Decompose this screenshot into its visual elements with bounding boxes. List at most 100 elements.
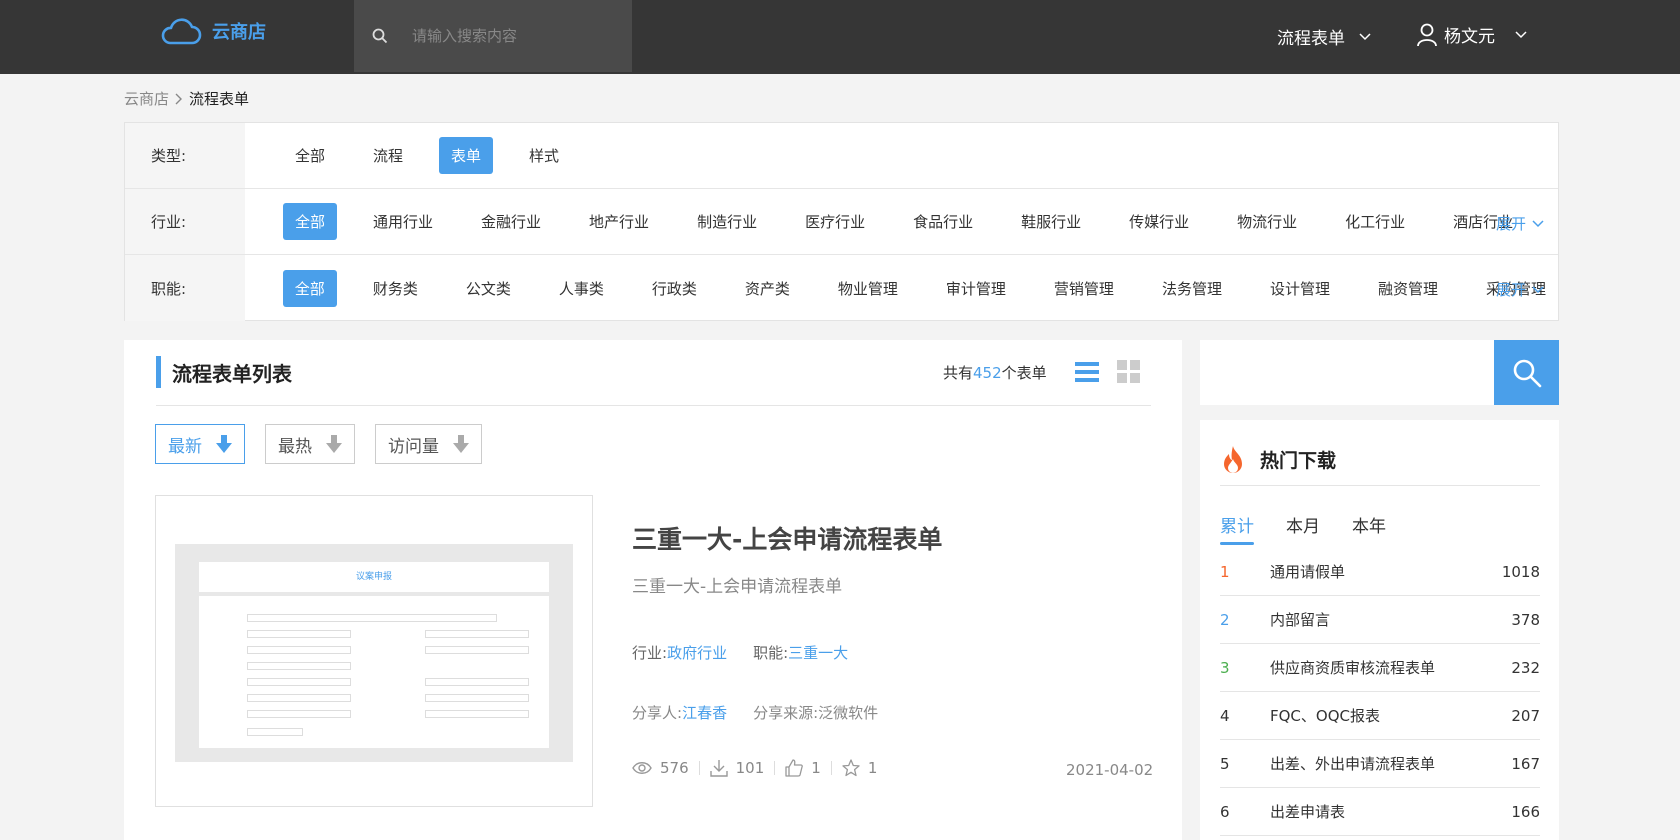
filter-options: 全部 通用行业 金融行业 地产行业 制造行业 医疗行业 食品行业 鞋服行业 传媒行业 物流行业 化工… (245, 203, 1558, 240)
hot-rank: 3 (1220, 658, 1230, 677)
filter-option-function[interactable]: 设计管理 (1258, 270, 1342, 307)
sort-visits-button[interactable]: 访问量 (375, 424, 482, 464)
filter-option-function[interactable]: 行政类 (640, 270, 709, 307)
download-icon (709, 760, 728, 777)
hot-downloads-header: 热门下载 (1220, 434, 1540, 486)
filter-panel: 类型: 全部 流程 表单 样式 行业: 全部 通用行业 金融行业 地产行业 制造行业 医疗行业食… (124, 122, 1559, 321)
logo[interactable]: 云商店 (160, 16, 266, 46)
filter-option-industry[interactable]: 地产行业 (577, 203, 661, 240)
filter-option-function[interactable]: 物业管理 (826, 270, 910, 307)
views-stat: 576 (632, 759, 689, 777)
grid-view-icon[interactable] (1117, 360, 1141, 388)
thumb-field (247, 630, 351, 638)
hot-tab[interactable]: 本月 (1286, 512, 1320, 545)
thumbnail-preview: 议案申报 (175, 544, 573, 762)
breadcrumb-home[interactable]: 云商店 (124, 88, 169, 109)
filter-option-industry[interactable]: 金融行业 (469, 203, 553, 240)
sharer-link[interactable]: 江春香 (682, 704, 727, 722)
top-menu-label: 流程表单 (1277, 29, 1345, 49)
filter-row-type: 类型: 全部 流程 表单 样式 (125, 123, 1558, 189)
filter-label: 行业: (125, 189, 245, 254)
breadcrumb: 云商店 流程表单 (124, 88, 249, 109)
arrow-down-icon (216, 435, 232, 453)
thumbs-up-icon (785, 759, 804, 777)
filter-option-industry[interactable]: 化工行业 (1333, 203, 1417, 240)
filter-option-function[interactable]: 法务管理 (1150, 270, 1234, 307)
filter-option-type[interactable]: 流程 (361, 137, 415, 174)
list-item[interactable]: 5 出差、外出申请流程表单 167 (1220, 740, 1540, 788)
hot-count: 207 (1511, 706, 1540, 725)
hot-name: FQC、OQC报表 (1270, 707, 1380, 725)
thumb-field (425, 710, 529, 718)
thumbnail-form-title: 议案申报 (199, 562, 549, 592)
top-navbar: 云商店 流程表单 杨文元 (0, 0, 1680, 74)
filter-row-industry: 行业: 全部 通用行业 金融行业 地产行业 制造行业 医疗行业 食品行业 鞋服行业 传媒行业 物流… (125, 189, 1558, 255)
search-input[interactable] (412, 27, 612, 45)
top-menu-dropdown[interactable]: 流程表单 (1277, 24, 1371, 49)
side-search-button[interactable] (1494, 340, 1559, 405)
views-count: 576 (660, 759, 689, 777)
industry-link[interactable]: 政府行业 (667, 644, 727, 662)
sort-label: 最热 (278, 436, 312, 457)
user-menu[interactable]: 杨文元 (1416, 22, 1527, 47)
filter-option-industry[interactable]: 食品行业 (901, 203, 985, 240)
filter-option-industry[interactable]: 物流行业 (1225, 203, 1309, 240)
function-link[interactable]: 三重一大 (788, 644, 848, 662)
filter-row-function: 职能: 全部 财务类 公文类 人事类 行政类 资产类 物业管理 审计管理 营销管理 法务管理 设计管… (125, 255, 1558, 321)
expand-label: 展开 (1495, 281, 1526, 299)
expand-button[interactable]: 展开 (1496, 213, 1544, 234)
filter-option-industry[interactable]: 制造行业 (685, 203, 769, 240)
filter-option-type[interactable]: 样式 (517, 137, 571, 174)
filter-option-type[interactable]: 表单 (439, 137, 494, 174)
list-view-icon[interactable] (1075, 360, 1099, 388)
hot-name: 供应商资质审核流程表单 (1270, 659, 1436, 677)
filter-option-function[interactable]: 审计管理 (934, 270, 1018, 307)
sort-latest-button[interactable]: 最新 (155, 424, 245, 464)
likes-stat[interactable]: 1 (785, 759, 821, 777)
list-item[interactable]: 6 出差申请表 166 (1220, 788, 1540, 836)
filter-option-function[interactable]: 财务类 (361, 270, 430, 307)
expand-label: 展开 (1495, 215, 1526, 233)
sort-hot-button[interactable]: 最热 (265, 424, 355, 464)
expand-button[interactable]: 展开 (1496, 279, 1544, 300)
filter-option-function[interactable]: 融资管理 (1366, 270, 1450, 307)
thumb-field (425, 646, 529, 654)
list-item[interactable]: 4 FQC、OQC报表 207 (1220, 692, 1540, 740)
list-title: 流程表单列表 (172, 362, 292, 386)
form-thumbnail[interactable]: 议案申报 (155, 495, 593, 807)
filter-option-function[interactable]: 全部 (282, 269, 337, 307)
thumb-field (247, 710, 351, 718)
side-search-input[interactable] (1200, 340, 1494, 405)
function-label: 职能: (753, 644, 789, 662)
hot-tab[interactable]: 累计 (1220, 512, 1254, 545)
star-icon (842, 759, 860, 777)
item-date: 2021-04-02 (1066, 761, 1154, 779)
list-item[interactable]: 2 内部留言 378 (1220, 596, 1540, 644)
hot-name: 出差申请表 (1270, 803, 1346, 821)
filter-option-industry[interactable]: 鞋服行业 (1009, 203, 1093, 240)
thumb-field (247, 678, 351, 686)
item-title[interactable]: 三重一大-上会申请流程表单 (632, 520, 942, 556)
thumb-field (425, 678, 529, 686)
filter-option-function[interactable]: 人事类 (547, 270, 616, 307)
list-item[interactable]: 1 通用请假单 1018 (1220, 548, 1540, 596)
total-suffix: 个表单 (1001, 364, 1047, 382)
list-item[interactable]: 3 供应商资质审核流程表单 232 (1220, 644, 1540, 692)
hot-tab[interactable]: 本年 (1352, 512, 1386, 545)
filter-option-function[interactable]: 营销管理 (1042, 270, 1126, 307)
filter-option-industry[interactable]: 全部 (283, 203, 338, 240)
filter-option-type[interactable]: 全部 (283, 137, 337, 174)
filter-option-industry[interactable]: 通用行业 (361, 203, 445, 240)
search-icon[interactable] (372, 28, 388, 44)
item-meta-categories: 行业:政府行业 职能:三重一大 (632, 642, 848, 663)
filter-option-industry[interactable]: 医疗行业 (793, 203, 877, 240)
hot-rank: 6 (1220, 802, 1230, 821)
favorites-stat[interactable]: 1 (842, 759, 877, 777)
divider (830, 761, 832, 775)
hot-count: 232 (1511, 658, 1540, 677)
filter-option-function[interactable]: 公文类 (454, 270, 523, 307)
filter-option-industry[interactable]: 传媒行业 (1117, 203, 1201, 240)
downloads-count: 101 (735, 759, 765, 777)
downloads-stat[interactable]: 101 (709, 759, 765, 777)
filter-option-function[interactable]: 资产类 (733, 270, 802, 307)
